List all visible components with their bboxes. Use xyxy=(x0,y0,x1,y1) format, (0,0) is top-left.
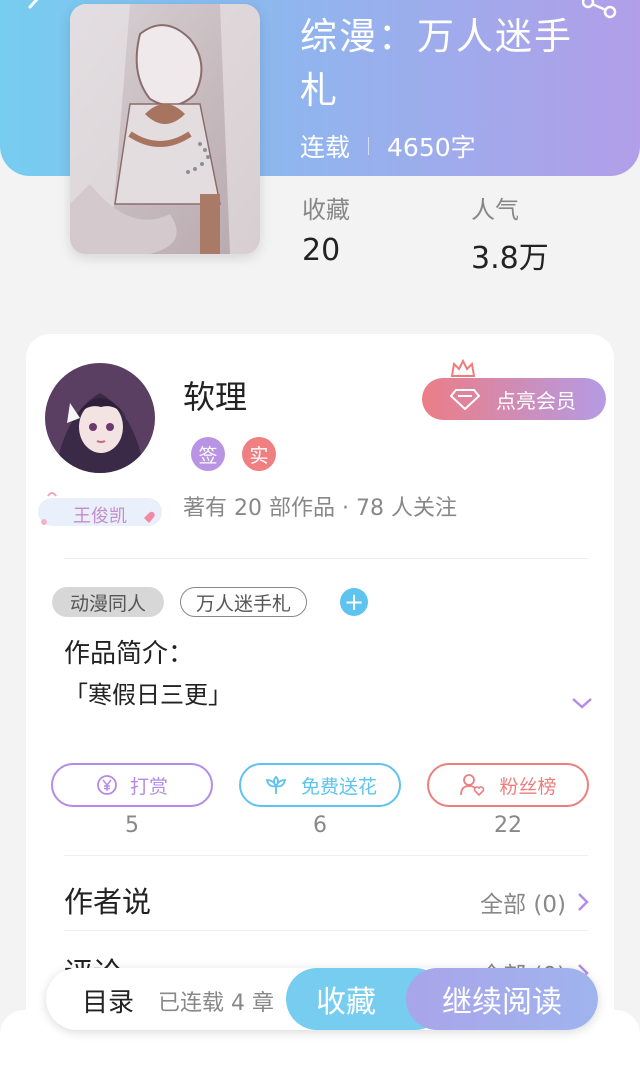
free-flower-button[interactable]: 免费送花 xyxy=(239,763,401,807)
fan-badge-name: 王俊凯 xyxy=(73,506,127,527)
author-avatar[interactable] xyxy=(45,363,155,473)
chevron-down-icon[interactable] xyxy=(570,694,594,712)
fans-count: 22 xyxy=(494,813,522,838)
continue-reading-button[interactable]: 继续阅读 xyxy=(406,968,598,1030)
toc-button[interactable]: 目录 xyxy=(82,982,134,1019)
divider xyxy=(64,558,588,559)
fan-ranking-button[interactable]: 粉丝榜 xyxy=(427,763,589,807)
popularity-label: 人气 xyxy=(471,196,519,224)
continue-reading-label: 继续阅读 xyxy=(442,985,562,1020)
popularity-stat: 人气 3.8万 xyxy=(471,190,549,277)
fan-ranking-label: 粉丝榜 xyxy=(499,775,557,798)
back-icon[interactable] xyxy=(22,0,48,20)
chevron-right-icon xyxy=(578,893,589,911)
add-tag-button[interactable]: + xyxy=(340,588,368,616)
favorites-label: 收藏 xyxy=(302,196,350,224)
popularity-value: 3.8万 xyxy=(471,241,549,276)
user-heart-icon xyxy=(460,774,485,797)
chapter-count: 已连载 4 章 xyxy=(158,991,274,1016)
vip-button[interactable]: 点亮会员 xyxy=(422,378,606,420)
author-info: 著有 20 部作品 · 78 人关注 xyxy=(183,496,457,521)
fan-badge: 王俊凯 xyxy=(36,488,164,530)
book-meta: 连载 4650字 xyxy=(300,128,476,164)
reward-button[interactable]: 打赏 xyxy=(51,763,213,807)
book-cover-image[interactable] xyxy=(70,4,260,254)
category-tag[interactable]: 动漫同人 xyxy=(52,587,164,617)
crown-icon xyxy=(450,358,476,377)
diamond-icon xyxy=(450,389,480,410)
divider xyxy=(64,855,588,856)
keyword-tag[interactable]: 万人迷手札 xyxy=(180,587,307,617)
flower-icon xyxy=(265,775,287,794)
signed-tag: 签 xyxy=(191,437,225,471)
flower-count: 6 xyxy=(313,813,327,838)
author-name[interactable]: 软理 xyxy=(183,372,247,418)
favorites-stat: 收藏 20 xyxy=(302,190,350,268)
favorites-value: 20 xyxy=(302,233,341,268)
divider xyxy=(64,930,588,931)
reward-label: 打赏 xyxy=(129,775,168,798)
vip-button-label: 点亮会员 xyxy=(496,388,576,413)
intro-text: 「寒假日三更」 xyxy=(64,681,232,709)
serial-status: 连载 xyxy=(300,133,351,162)
bottom-action-bar: 目录 已连载 4 章 收藏 继续阅读 xyxy=(46,968,598,1030)
favorite-button-label: 收藏 xyxy=(316,985,376,1020)
intro-heading: 作品简介： xyxy=(64,639,195,669)
word-count: 4650字 xyxy=(387,133,476,162)
author-says-all-label: 全部 (0) xyxy=(480,892,566,918)
author-says-all-link[interactable]: 全部 (0) xyxy=(480,885,590,919)
author-says-title: 作者说 xyxy=(64,885,152,919)
coin-icon xyxy=(97,775,117,795)
free-flower-label: 免费送花 xyxy=(300,775,377,798)
book-title: 综漫：万人迷手札 xyxy=(300,15,573,112)
meta-divider xyxy=(368,137,370,155)
reward-count: 5 xyxy=(125,813,139,838)
verified-tag: 实 xyxy=(242,437,276,471)
